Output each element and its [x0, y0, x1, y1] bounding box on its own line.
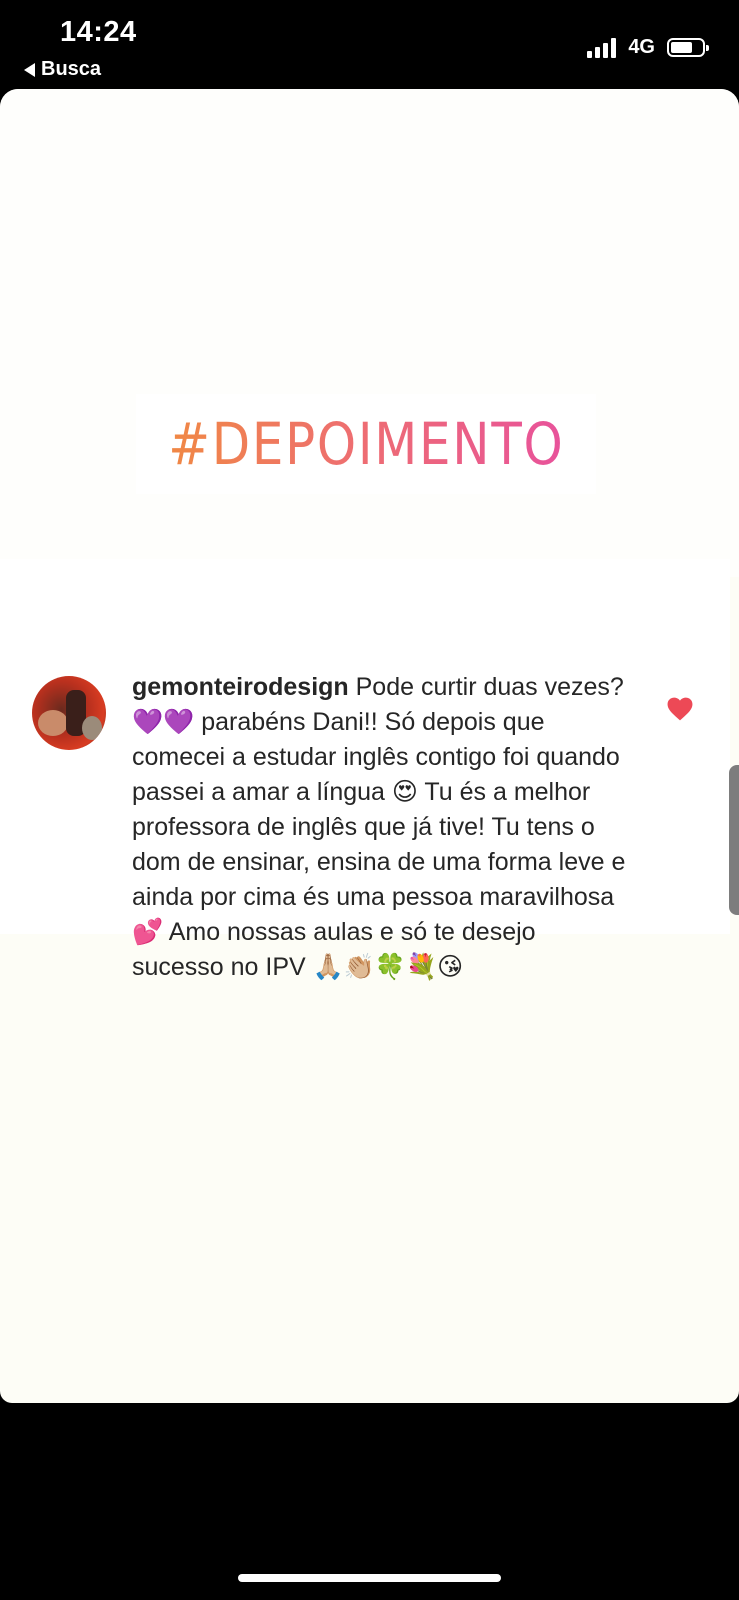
- avatar: [32, 676, 106, 750]
- hashtag-title: #DEPOIMENTOS: [168, 394, 596, 494]
- battery-level-fill: [671, 42, 692, 53]
- comment-body: Pode curtir duas vezes? 💜💜 parabéns Dani…: [132, 673, 626, 981]
- comment-text: gemonteirodesign Pode curtir duas vezes?…: [132, 670, 632, 985]
- back-label: Busca: [41, 58, 102, 80]
- comment-screenshot: gemonteirodesign Pode curtir duas vezes?…: [0, 559, 730, 981]
- battery-icon: [667, 38, 709, 57]
- home-indicator[interactable]: [238, 1574, 501, 1582]
- status-time: 14:24: [60, 16, 137, 48]
- story-card[interactable]: #DEPOIMENTOS gemonteirodesign Pode curti…: [0, 89, 739, 1403]
- story-header-area: #DEPOIMENTOS: [0, 89, 739, 577]
- status-indicators: 4G: [587, 36, 709, 59]
- hashtag-sticker: #DEPOIMENTOS: [136, 394, 596, 494]
- heart-icon[interactable]: [667, 697, 693, 721]
- back-to-search-button[interactable]: Busca: [24, 58, 101, 81]
- comment-username: gemonteirodesign: [132, 673, 349, 701]
- status-bar: 14:24 Busca 4G: [0, 0, 739, 88]
- scroll-indicator[interactable]: [729, 765, 739, 915]
- back-arrow-icon: [24, 62, 35, 77]
- network-type: 4G: [628, 36, 655, 58]
- signal-bars-icon: [587, 37, 617, 58]
